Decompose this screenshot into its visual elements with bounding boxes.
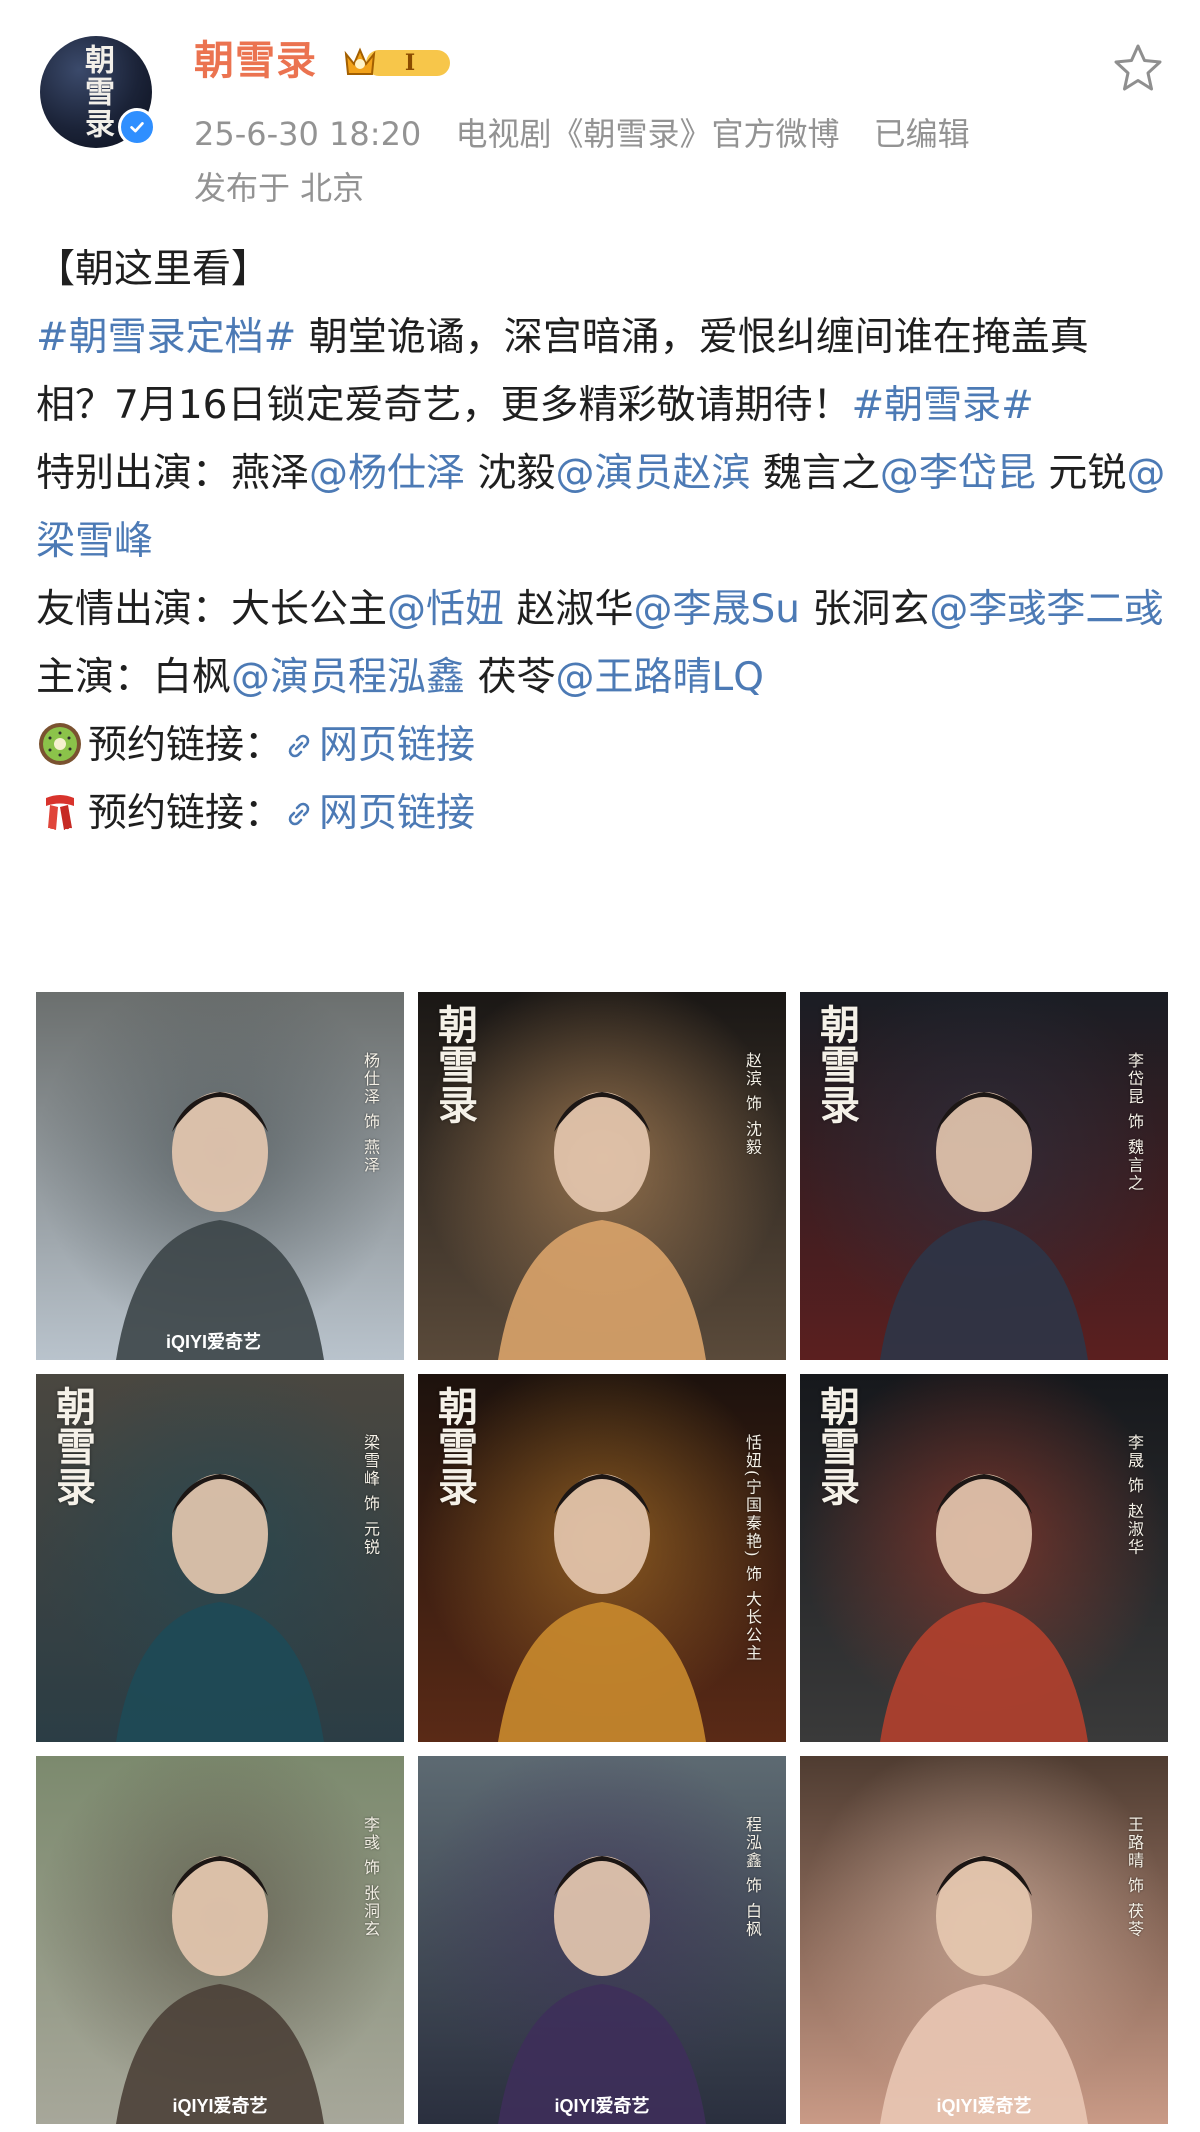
web-link[interactable]: 网页链接 <box>283 723 475 768</box>
web-link-text: 网页链接 <box>319 791 476 836</box>
poster-image[interactable]: 王路晴 饰 茯苓 iQIYI爱奇艺 <box>800 1756 1168 2124</box>
iqiyi-logo: iQIYI爱奇艺 <box>172 2096 268 2116</box>
role-text: 魏言之 <box>762 451 880 496</box>
mention-link[interactable]: @杨仕泽 <box>309 451 465 496</box>
role-text: 茯苓 <box>477 655 556 700</box>
poster-caption: 王路晴 饰 茯苓 <box>1125 1816 1144 1939</box>
poster-image[interactable]: 李彧 饰 张洞玄 iQIYI爱奇艺 <box>36 1756 404 2124</box>
poster-image[interactable]: 朝雪录 李岱昆 饰 魏言之 <box>800 992 1168 1360</box>
vip-badge-icon[interactable]: I <box>340 44 456 82</box>
hashtag-link-2[interactable]: #朝雪录# <box>851 383 1033 428</box>
poster-caption: 梁雪峰 饰 元锐 <box>361 1434 380 1557</box>
hashtag-link[interactable]: #朝雪录定档# <box>36 315 296 360</box>
role-text: 沈毅 <box>477 451 556 496</box>
poster-image[interactable]: 程泓鑫 饰 白枫 iQIYI爱奇艺 <box>418 1756 786 2124</box>
web-link[interactable]: 网页链接 <box>283 791 475 836</box>
mention-link[interactable]: @演员赵滨 <box>555 451 750 496</box>
iqiyi-logo: iQIYI爱奇艺 <box>936 2096 1032 2116</box>
role-text: 张洞玄 <box>812 587 930 632</box>
source[interactable]: 电视剧《朝雪录》官方微博 <box>455 115 839 153</box>
reserve-label: 预约链接： <box>88 723 284 768</box>
verified-icon <box>118 108 156 146</box>
poster-image[interactable]: 杨仕泽 饰 燕泽 iQIYI爱奇艺 <box>36 992 404 1360</box>
kiwi-icon <box>39 723 81 765</box>
mention-link[interactable]: @演员程泓鑫 <box>231 655 465 700</box>
poster-illustration <box>800 1756 1168 2124</box>
timestamp: 25-6-30 18:20 <box>194 115 422 153</box>
link-icon <box>288 802 310 826</box>
mention-link[interactable]: @恬妞 <box>387 587 504 632</box>
poster-caption: 恬妞(宁国秦艳) 饰 大长公主 <box>743 1434 762 1663</box>
lead-label: 主演： <box>36 655 154 700</box>
image-grid: 杨仕泽 饰 燕泽 iQIYI爱奇艺 朝雪录 赵滨 饰 沈毅 朝雪录 李岱昆 饰 魏言之… <box>36 992 1168 2124</box>
link-icon <box>288 734 310 758</box>
web-link-text: 网页链接 <box>319 723 476 768</box>
post-heading: 【朝这里看】 <box>36 247 271 292</box>
location: 发布于 北京 <box>194 169 365 207</box>
role-text: 赵淑华 <box>516 587 634 632</box>
poster-caption: 李彧 饰 张洞玄 <box>361 1816 380 1939</box>
show-logo: 朝雪录 <box>49 1386 96 1506</box>
role-text: 燕泽 <box>231 451 310 496</box>
show-logo: 朝雪录 <box>813 1386 860 1506</box>
poster-illustration <box>36 1756 404 2124</box>
username[interactable]: 朝雪录 <box>194 36 317 86</box>
scarf-icon <box>46 795 74 834</box>
post-body: 【朝这里看】 #朝雪录定档# 朝堂诡谲，深宫暗涌，爱恨纠缠间谁在掩盖真相？7月1… <box>36 236 1166 848</box>
avatar[interactable]: 朝雪录 <box>40 36 156 148</box>
mention-link[interactable]: @李晟Su <box>633 587 799 632</box>
iqiyi-logo: iQIYI爱奇艺 <box>554 2096 650 2116</box>
poster-caption: 程泓鑫 饰 白枫 <box>743 1816 762 1939</box>
meta-line: 25-6-30 18:20 电视剧《朝雪录》官方微博 已编辑 <box>194 114 994 154</box>
edited-label[interactable]: 已编辑 <box>874 115 970 153</box>
poster-caption: 赵滨 饰 沈毅 <box>743 1052 762 1157</box>
poster-illustration <box>36 992 404 1360</box>
role-text: 大长公主 <box>231 587 388 632</box>
poster-image[interactable]: 朝雪录 梁雪峰 饰 元锐 <box>36 1374 404 1742</box>
show-logo: 朝雪录 <box>431 1386 478 1506</box>
star-icon[interactable] <box>1112 42 1164 94</box>
reserve-label: 预约链接： <box>88 791 284 836</box>
poster-caption: 李晟 饰 赵淑华 <box>1125 1434 1144 1557</box>
avatar-text: 朝雪录 <box>79 44 114 140</box>
role-text: 元锐 <box>1048 451 1127 496</box>
special-label: 特别出演： <box>36 451 232 496</box>
role-text: 白枫 <box>153 655 232 700</box>
show-logo: 朝雪录 <box>431 1004 478 1124</box>
friend-label: 友情出演： <box>36 587 232 632</box>
poster-caption: 李岱昆 饰 魏言之 <box>1125 1052 1144 1193</box>
poster-image[interactable]: 朝雪录 李晟 饰 赵淑华 <box>800 1374 1168 1742</box>
iqiyi-logo: iQIYI爱奇艺 <box>166 1332 262 1352</box>
poster-image[interactable]: 朝雪录 恬妞(宁国秦艳) 饰 大长公主 <box>418 1374 786 1742</box>
poster-illustration <box>418 1756 786 2124</box>
show-logo: 朝雪录 <box>813 1004 860 1124</box>
vip-level-text: I <box>405 50 415 76</box>
poster-image[interactable]: 朝雪录 赵滨 饰 沈毅 <box>418 992 786 1360</box>
mention-link[interactable]: @李彧李二彧 <box>929 587 1163 632</box>
mention-link[interactable]: @王路晴LQ <box>555 655 763 700</box>
poster-caption: 杨仕泽 饰 燕泽 <box>361 1052 380 1175</box>
mention-link[interactable]: @李岱昆 <box>880 451 1036 496</box>
